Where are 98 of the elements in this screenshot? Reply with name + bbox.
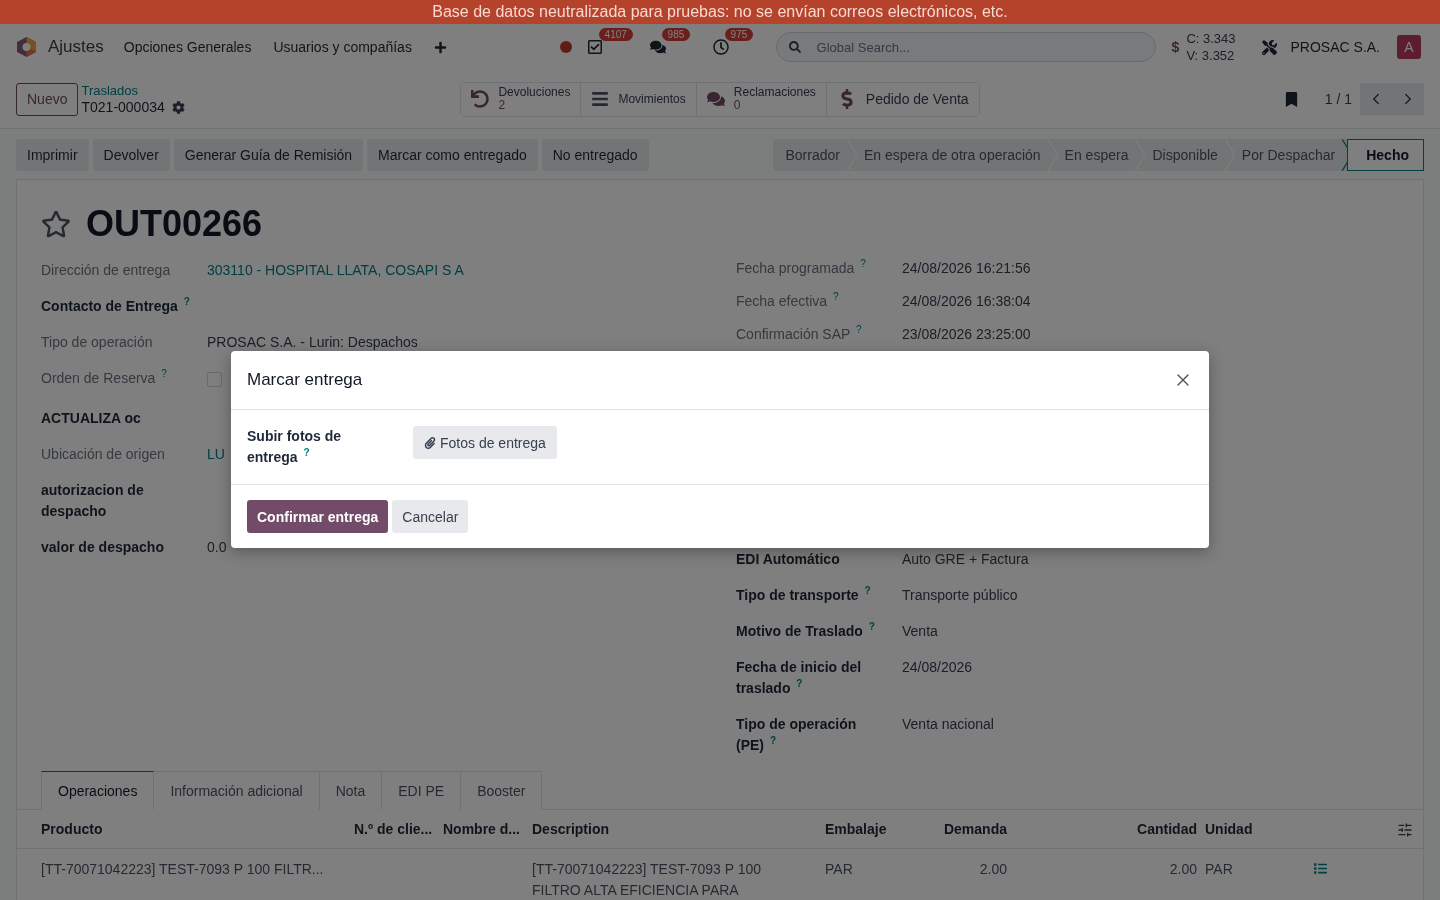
record-title: OUT00266 [86, 203, 263, 245]
star-icon[interactable] [41, 209, 71, 239]
undo-icon [471, 90, 490, 108]
column-header[interactable]: Embalaje [825, 810, 915, 848]
user-avatar[interactable]: A [1397, 35, 1421, 59]
status-step[interactable]: En espera de otra operación [851, 138, 1053, 171]
field-link[interactable]: 303110 - HOSPITAL LLATA, COSAPI S A [207, 261, 464, 278]
field-label: Subir fotos de entrega $^{?}$ [247, 428, 342, 465]
field-label: ACTUALIZA oc [41, 409, 141, 426]
field-label: Orden de Reserva $^{?}$ [41, 369, 167, 386]
plus-icon[interactable] [433, 40, 447, 54]
field-value: 0.0 [207, 538, 227, 555]
table-cell-text: [TT-70071042223] TEST-7093 P 100 FILTRO ALTA EFICIENCIA PARA [532, 860, 763, 900]
breadcrumb-link[interactable]: Traslados [81, 82, 185, 99]
field-label: Contacto de Entrega $^{?}$ [41, 297, 190, 314]
column-header[interactable]: Unidad [1205, 810, 1300, 848]
table-cell-text: [TT-70071042223] TEST-7093 P 100 FILTR... [41, 860, 325, 879]
field-label: Tipo de operación [41, 333, 153, 350]
status-step[interactable]: En espera [1052, 138, 1141, 171]
field-value: PROSAC S.A. - Lurin: Despachos [207, 333, 418, 350]
status-step[interactable]: Disponible [1140, 138, 1230, 171]
app-logo-icon[interactable] [16, 36, 37, 58]
count-badge: 975 [724, 28, 754, 41]
action-button[interactable]: No entregado [541, 138, 649, 171]
exchange-rate: V: 3.352 [1186, 47, 1236, 64]
field-label: Dirección de entrega [41, 261, 171, 278]
field-value: 24/08/2026 [902, 658, 973, 675]
field-label: Motivo de Traslado $^{?}$ [736, 622, 875, 639]
confirm-button[interactable]: Confirmar entrega [247, 500, 389, 533]
table-cell-text: PAR [1205, 860, 1234, 879]
column-header[interactable]: Producto [41, 810, 354, 848]
status-dot-icon [559, 41, 572, 53]
field-label: EDI Automático [736, 550, 840, 567]
dialog-title: Marcar entrega [247, 370, 363, 390]
field-value: 24/08/2026 16:21:56 [902, 260, 1031, 276]
cancel-button[interactable]: Cancelar [392, 500, 469, 533]
menu-item[interactable]: Opciones Generales [123, 39, 252, 55]
field-label: Tipo de transporte $^{?}$ [736, 586, 871, 603]
field-label: Fecha de inicio del traslado $^{?}$ [736, 658, 862, 696]
table-cell-text: 2.00 [978, 860, 1008, 879]
action-button[interactable]: Devolver [92, 138, 170, 171]
field-value: Transporte público [902, 586, 1018, 603]
count-badge: 4107 [598, 28, 633, 41]
tab[interactable]: EDI PE [382, 771, 462, 810]
checkbox[interactable] [207, 371, 222, 387]
table-cell-text: PAR [825, 860, 854, 879]
field-label: Fecha efectiva $^{?}$ [736, 293, 839, 309]
action-button[interactable]: Generar Guía de Remisión [173, 138, 364, 171]
bookmark-icon[interactable] [1283, 91, 1299, 107]
list-icon[interactable] [1313, 862, 1327, 875]
sliders-icon[interactable] [1397, 822, 1413, 838]
column-header[interactable]: Nombre d... [443, 810, 532, 848]
smart-button[interactable]: Pedido de Venta [825, 82, 979, 116]
record-name: T021-000034 [81, 99, 165, 116]
field-label: autorizacion de despacho [41, 481, 144, 519]
field-value: Auto GRE + Factura [902, 550, 1029, 567]
field-value: Venta [902, 622, 938, 639]
tab[interactable]: Booster [461, 771, 543, 810]
field-value: 24/08/2026 16:38:04 [902, 293, 1031, 309]
field-link[interactable]: LU [207, 445, 225, 462]
chat-icon [706, 90, 725, 108]
pager-value: 1 / 1 [1324, 91, 1352, 107]
field-label: valor de despacho [41, 538, 164, 555]
neutralized-banner: Base de datos neutralizada para pruebas: no se envían correos electrónicos, etc. [0, 0, 1440, 24]
search-icon [788, 41, 801, 53]
action-button[interactable]: Imprimir [16, 138, 89, 171]
field-label: Ubicación de origen [41, 445, 165, 462]
menu-item[interactable]: Usuarios y compañías [273, 39, 412, 55]
tools-icon[interactable] [1261, 39, 1277, 55]
tab[interactable]: Nota [319, 771, 383, 810]
upload-button[interactable]: Fotos de entrega [413, 426, 557, 459]
gear-icon[interactable] [171, 101, 185, 114]
status-step[interactable]: Borrador [773, 138, 852, 171]
chat-icon[interactable] [649, 39, 666, 55]
field-label: Confirmación SAP $^{?}$ [736, 326, 862, 342]
column-header[interactable]: Description [532, 810, 825, 848]
field-value: 23/08/2026 23:25:00 [902, 326, 1031, 342]
clock-icon[interactable] [712, 39, 729, 55]
lines-icon [591, 90, 610, 108]
exchange-rate: C: 3.343 [1186, 30, 1236, 47]
new-button[interactable]: Nuevo [16, 82, 79, 116]
app-name[interactable]: Ajustes [48, 37, 104, 57]
tab[interactable]: Información adicional [154, 771, 320, 810]
action-button[interactable]: Marcar como entregado [367, 138, 538, 171]
company-name[interactable]: PROSAC S.A. [1290, 39, 1380, 55]
field-label: Fecha programada $^{?}$ [736, 260, 866, 276]
search-field[interactable]: Global Search... [775, 32, 1156, 62]
count-badge: 985 [661, 28, 691, 41]
column-header[interactable]: N.º de clie... [354, 810, 443, 848]
table-cell-text: 2.00 [1168, 860, 1198, 879]
status-step[interactable]: Hecho [1347, 138, 1424, 171]
tab[interactable]: Operaciones [41, 771, 155, 810]
field-label: Tipo de operación (PE) $^{?}$ [736, 715, 857, 753]
column-header[interactable]: Demanda [915, 810, 1015, 848]
paperclip-icon [424, 436, 436, 449]
column-header[interactable]: Cantidad [1015, 810, 1205, 848]
currency-symbol: $ [1171, 39, 1180, 55]
field-value: Venta nacional [902, 715, 994, 732]
